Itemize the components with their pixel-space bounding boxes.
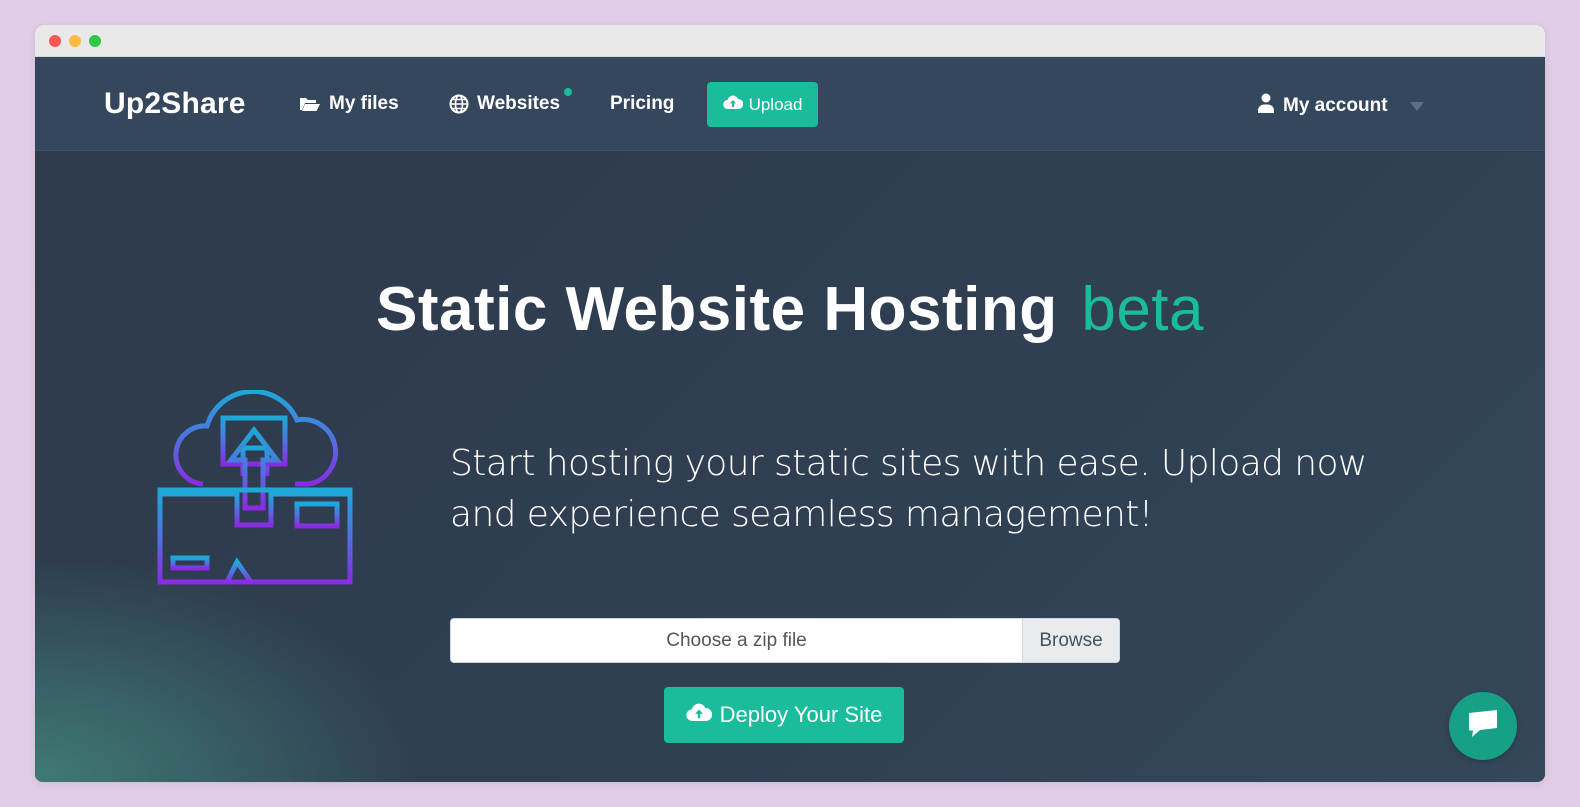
hero-section: Static Website Hosting beta Start hostin… xyxy=(35,152,1545,782)
cloud-upload-illustration-icon xyxy=(155,388,355,595)
page-title-text: Static Website Hosting xyxy=(375,275,1058,344)
folder-open-icon xyxy=(299,95,321,113)
cloud-upload-icon xyxy=(686,702,712,728)
notification-dot xyxy=(564,88,573,96)
browser-window: Up2Share My files Websites Pricing Uploa… xyxy=(35,25,1545,782)
cloud-upload-icon xyxy=(722,94,743,115)
nav-my-files[interactable]: My files xyxy=(299,93,399,115)
nav-my-files-label: My files xyxy=(329,93,399,114)
brand-logo[interactable]: Up2Share xyxy=(104,87,246,121)
hero-description: Start hosting your static sites with eas… xyxy=(450,443,1367,535)
user-icon xyxy=(1257,93,1275,119)
chat-icon xyxy=(1466,709,1500,744)
navbar: Up2Share My files Websites Pricing Uploa… xyxy=(35,57,1545,151)
account-menu[interactable]: My account xyxy=(1257,93,1424,119)
nav-websites-label: Websites xyxy=(477,93,561,114)
chat-button[interactable] xyxy=(1449,692,1517,760)
close-window-button[interactable] xyxy=(49,35,61,47)
upload-button[interactable]: Upload xyxy=(707,82,818,127)
window-titlebar xyxy=(35,25,1545,57)
nav-pricing[interactable]: Pricing xyxy=(610,93,674,115)
minimize-window-button[interactable] xyxy=(69,35,81,47)
nav-websites[interactable]: Websites xyxy=(449,88,573,115)
file-input-placeholder[interactable]: Choose a zip file xyxy=(451,619,1022,662)
maximize-window-button[interactable] xyxy=(89,35,101,47)
page-title: Static Website Hosting beta xyxy=(35,274,1545,345)
chevron-down-icon xyxy=(1409,101,1424,111)
deploy-site-button[interactable]: Deploy Your Site xyxy=(664,687,904,743)
browse-button[interactable]: Browse xyxy=(1022,619,1119,662)
nav-websites-label-wrap: Websites xyxy=(477,88,573,115)
globe-icon xyxy=(449,94,469,114)
nav-pricing-label: Pricing xyxy=(610,93,675,114)
zip-file-input[interactable]: Choose a zip file Browse xyxy=(450,618,1120,663)
beta-badge: beta xyxy=(1081,275,1205,344)
upload-button-label: Upload xyxy=(748,94,803,114)
deploy-site-button-label: Deploy Your Site xyxy=(719,702,883,727)
account-menu-label: My account xyxy=(1283,95,1388,116)
